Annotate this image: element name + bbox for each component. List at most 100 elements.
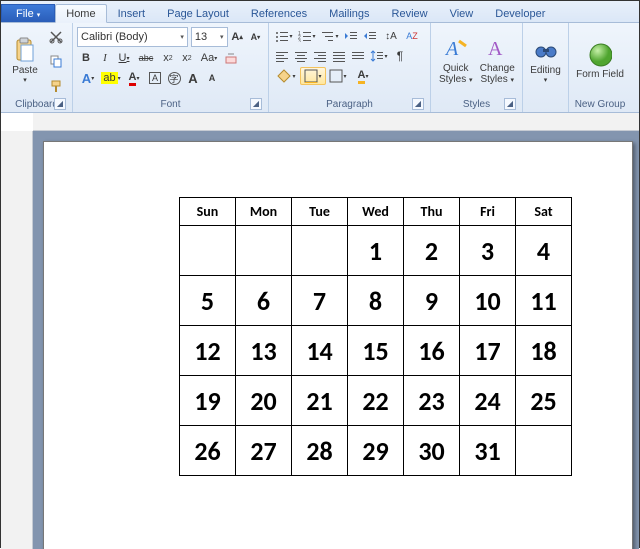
calendar-cell[interactable]: 2 bbox=[404, 226, 460, 276]
calendar-cell[interactable]: 31 bbox=[460, 426, 516, 476]
tab-insert[interactable]: Insert bbox=[107, 4, 157, 22]
calendar-cell[interactable]: 13 bbox=[236, 326, 292, 376]
line-spacing-button[interactable]: ▾ bbox=[368, 47, 390, 65]
calendar-cell[interactable]: 29 bbox=[348, 426, 404, 476]
calendar-table[interactable]: Sun Mon Tue Wed Thu Fri Sat 123456789101… bbox=[179, 197, 572, 476]
quick-styles-button[interactable]: A Quick Styles ▾ bbox=[435, 25, 477, 98]
calendar-cell[interactable]: 21 bbox=[292, 376, 348, 426]
ruler-horizontal[interactable] bbox=[33, 113, 639, 131]
copy-button[interactable] bbox=[47, 52, 65, 70]
align-center-button[interactable] bbox=[292, 47, 310, 65]
underline-button[interactable]: U▾ bbox=[115, 49, 133, 67]
show-marks-button[interactable]: ¶ bbox=[391, 47, 409, 65]
ruler-vertical[interactable] bbox=[1, 131, 33, 549]
calendar-cell[interactable]: 27 bbox=[236, 426, 292, 476]
calendar-cell[interactable]: 22 bbox=[348, 376, 404, 426]
clipboard-launcher[interactable]: ◢ bbox=[54, 98, 66, 110]
numbering-button[interactable]: 123▾ bbox=[296, 27, 318, 45]
calendar-cell[interactable]: 7 bbox=[292, 276, 348, 326]
calendar-cell[interactable]: 11 bbox=[516, 276, 572, 326]
tab-review[interactable]: Review bbox=[381, 4, 439, 22]
calendar-cell[interactable]: 23 bbox=[404, 376, 460, 426]
calendar-cell[interactable]: 30 bbox=[404, 426, 460, 476]
calendar-cell[interactable]: 16 bbox=[404, 326, 460, 376]
tab-references[interactable]: References bbox=[240, 4, 318, 22]
change-case-button[interactable]: Aa▾ bbox=[197, 49, 221, 67]
strike-button[interactable]: abc bbox=[134, 49, 158, 67]
char-border-button[interactable]: A bbox=[146, 69, 164, 87]
shrink-a-button[interactable]: A bbox=[203, 69, 221, 87]
align-left-button[interactable] bbox=[273, 47, 291, 65]
calendar-cell[interactable]: 4 bbox=[516, 226, 572, 276]
distributed-button[interactable] bbox=[349, 47, 367, 65]
border-style-button[interactable]: ▾ bbox=[327, 67, 349, 85]
font-size-combo[interactable]: 13▾ bbox=[191, 27, 228, 47]
calendar-cell[interactable]: 12 bbox=[180, 326, 236, 376]
shading-button[interactable]: ▾ bbox=[273, 67, 299, 85]
calendar-cell[interactable] bbox=[292, 226, 348, 276]
tab-view[interactable]: View bbox=[439, 4, 485, 22]
col-thu[interactable]: Thu bbox=[404, 198, 460, 226]
font-color-button[interactable]: A▾ bbox=[123, 69, 145, 87]
fill-color-button[interactable]: A▾ bbox=[350, 67, 376, 85]
calendar-cell[interactable]: 20 bbox=[236, 376, 292, 426]
calendar-cell[interactable]: 17 bbox=[460, 326, 516, 376]
font-launcher[interactable]: ◢ bbox=[250, 98, 262, 110]
bold-button[interactable]: B bbox=[77, 49, 95, 67]
font-name-combo[interactable]: Calibri (Body)▾ bbox=[77, 27, 188, 47]
calendar-cell[interactable]: 8 bbox=[348, 276, 404, 326]
calendar-cell[interactable]: 10 bbox=[460, 276, 516, 326]
calendar-cell[interactable]: 26 bbox=[180, 426, 236, 476]
enclose-button[interactable]: 字 bbox=[165, 69, 183, 87]
calendar-cell[interactable]: 14 bbox=[292, 326, 348, 376]
paragraph-launcher[interactable]: ◢ bbox=[412, 98, 424, 110]
calendar-cell[interactable]: 25 bbox=[516, 376, 572, 426]
borders-button[interactable]: ▾ bbox=[300, 67, 326, 85]
col-wed[interactable]: Wed bbox=[348, 198, 404, 226]
calendar-cell[interactable]: 3 bbox=[460, 226, 516, 276]
increase-indent-button[interactable] bbox=[361, 27, 379, 45]
cut-button[interactable] bbox=[47, 28, 65, 46]
styles-launcher[interactable]: ◢ bbox=[504, 98, 516, 110]
paste-button[interactable]: Paste ▾ bbox=[5, 25, 45, 98]
tab-page-layout[interactable]: Page Layout bbox=[156, 4, 240, 22]
calendar-cell[interactable]: 5 bbox=[180, 276, 236, 326]
calendar-cell[interactable]: 19 bbox=[180, 376, 236, 426]
calendar-cell[interactable]: 9 bbox=[404, 276, 460, 326]
calendar-cell[interactable]: 15 bbox=[348, 326, 404, 376]
text-direction-button[interactable]: ↕A bbox=[380, 27, 402, 45]
col-mon[interactable]: Mon bbox=[236, 198, 292, 226]
document-area[interactable]: Sun Mon Tue Wed Thu Fri Sat 123456789101… bbox=[33, 131, 639, 549]
grow-font-button[interactable]: A▴ bbox=[229, 28, 246, 46]
subscript-button[interactable]: x2 bbox=[159, 49, 177, 67]
tab-developer[interactable]: Developer bbox=[484, 4, 556, 22]
calendar-cell[interactable] bbox=[180, 226, 236, 276]
calendar-cell[interactable] bbox=[236, 226, 292, 276]
change-styles-button[interactable]: A Change Styles ▾ bbox=[477, 25, 519, 98]
tab-file[interactable]: File▾ bbox=[1, 4, 55, 22]
grow-a-button[interactable]: A bbox=[184, 69, 202, 87]
multilevel-button[interactable]: ▾ bbox=[319, 27, 341, 45]
format-painter-button[interactable] bbox=[47, 77, 65, 95]
calendar-cell[interactable]: 24 bbox=[460, 376, 516, 426]
clear-format-button[interactable] bbox=[222, 49, 240, 67]
calendar-cell[interactable]: 18 bbox=[516, 326, 572, 376]
justify-button[interactable] bbox=[330, 47, 348, 65]
highlight-button[interactable]: ab▾ bbox=[100, 69, 122, 87]
text-effects-button[interactable]: A▾ bbox=[77, 69, 99, 87]
col-sun[interactable]: Sun bbox=[180, 198, 236, 226]
calendar-cell[interactable] bbox=[516, 426, 572, 476]
editing-button[interactable]: Editing ▾ bbox=[527, 25, 564, 98]
decrease-indent-button[interactable] bbox=[342, 27, 360, 45]
calendar-cell[interactable]: 28 bbox=[292, 426, 348, 476]
align-right-button[interactable] bbox=[311, 47, 329, 65]
bullets-button[interactable]: ▾ bbox=[273, 27, 295, 45]
col-sat[interactable]: Sat bbox=[516, 198, 572, 226]
sort-button[interactable]: AZ bbox=[403, 27, 421, 45]
calendar-cell[interactable]: 6 bbox=[236, 276, 292, 326]
tab-mailings[interactable]: Mailings bbox=[318, 4, 380, 22]
col-tue[interactable]: Tue bbox=[292, 198, 348, 226]
calendar-cell[interactable]: 1 bbox=[348, 226, 404, 276]
shrink-font-button[interactable]: A▾ bbox=[247, 28, 264, 46]
tab-home[interactable]: Home bbox=[55, 4, 106, 23]
